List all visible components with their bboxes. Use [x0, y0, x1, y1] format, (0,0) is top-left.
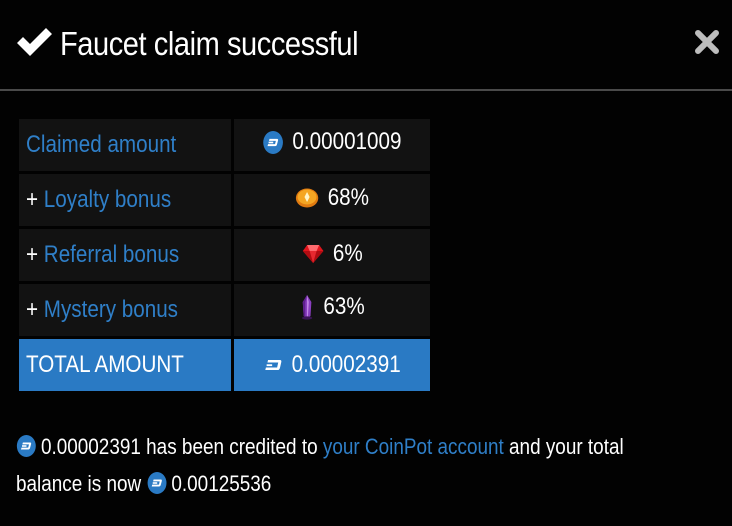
red-gem-icon — [302, 244, 324, 263]
claimed-amount-label-cell: Claimed amount — [19, 119, 231, 171]
table-row: + Loyalty bonus 68% — [19, 174, 430, 226]
total-row: TOTAL AMOUNT 0.00002391 — [19, 339, 430, 391]
referral-bonus-link[interactable]: Referral bonus — [44, 241, 179, 268]
total-text: and your total — [503, 434, 624, 459]
credit-message-line-2: balance is now 0.00125536 — [16, 465, 618, 502]
loyalty-bonus-value: 68% — [327, 184, 369, 211]
credit-message-line-1: 0.00002391 has been credited to your Coi… — [16, 428, 624, 465]
row-prefix: + — [26, 186, 44, 213]
row-prefix: + — [26, 241, 44, 268]
credited-amount: 0.00002391 — [40, 434, 141, 459]
loyalty-bonus-label-cell: + Loyalty bonus — [19, 174, 231, 226]
credit-message: 0.00002391 has been credited to your Coi… — [16, 428, 716, 502]
claim-dialog: Faucet claim successful Claimed amount 0… — [0, 0, 732, 526]
row-prefix: + — [26, 296, 44, 323]
dash-icon — [264, 359, 281, 371]
table-row: + Referral bonus 6% — [19, 229, 430, 281]
dialog-title: Faucet claim successful — [60, 25, 359, 62]
balance-value: 0.00125536 — [171, 471, 272, 496]
dialog-header: Faucet claim successful — [0, 0, 732, 91]
claimed-amount-value-cell: 0.00001009 — [234, 119, 430, 171]
table-row: Claimed amount 0.00001009 — [19, 119, 430, 171]
claimed-amount-value: 0.00001009 — [292, 128, 402, 156]
mystery-bonus-link[interactable]: Mystery bonus — [44, 296, 178, 323]
claim-summary-table: Claimed amount 0.00001009 + Loyalty bonu… — [16, 116, 433, 394]
loyalty-bonus-link[interactable]: Loyalty bonus — [44, 186, 171, 213]
check-icon — [17, 28, 52, 56]
referral-bonus-value-cell: 6% — [234, 229, 430, 281]
dash-coin-icon — [16, 435, 36, 457]
table-row: + Mystery bonus 63% — [19, 284, 430, 336]
dash-coin-icon — [147, 472, 167, 494]
referral-bonus-value: 6% — [332, 239, 363, 267]
claimed-amount-link[interactable]: Claimed amount — [26, 131, 176, 158]
credited-text: has been credited to — [140, 434, 323, 459]
balance-text: balance is now — [16, 471, 147, 496]
purple-crystal-icon — [301, 295, 313, 320]
close-icon[interactable] — [693, 28, 721, 56]
total-value: 0.00002391 — [291, 351, 401, 378]
coinpot-account-link[interactable]: your CoinPot account — [323, 434, 504, 459]
total-label: TOTAL AMOUNT — [26, 351, 184, 378]
referral-bonus-label-cell: + Referral bonus — [19, 229, 231, 281]
mystery-bonus-value: 63% — [323, 293, 365, 320]
total-value-cell: 0.00002391 — [234, 339, 430, 391]
gold-coin-icon — [295, 188, 319, 208]
total-label-cell: TOTAL AMOUNT — [19, 339, 231, 391]
mystery-bonus-value-cell: 63% — [234, 284, 430, 336]
loyalty-bonus-value-cell: 68% — [234, 174, 430, 226]
dash-coin-icon — [263, 130, 284, 154]
mystery-bonus-label-cell: + Mystery bonus — [19, 284, 231, 336]
